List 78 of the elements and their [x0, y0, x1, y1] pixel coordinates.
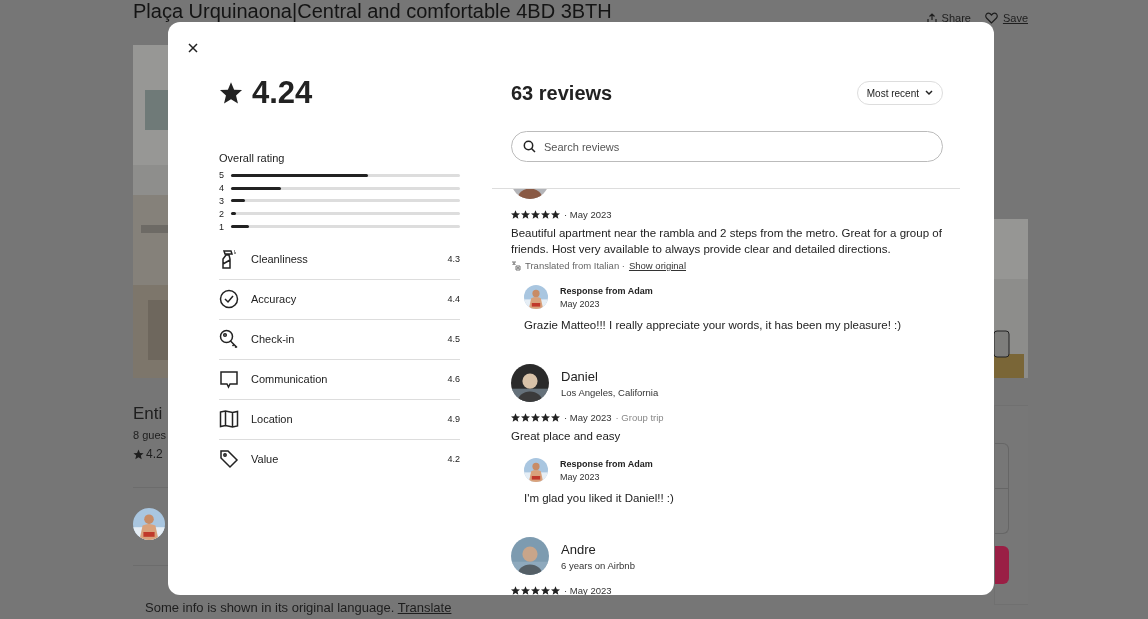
- reviewer-info: Los Angeles, California: [561, 386, 659, 398]
- star-level-label: 1: [219, 221, 225, 232]
- speech-bubble-icon: [219, 369, 239, 390]
- rating-value: 4.2: [146, 447, 163, 461]
- category-label: Cleanliness: [251, 253, 309, 266]
- star-level-label: 5: [219, 170, 225, 181]
- star-icon: [541, 412, 550, 422]
- translate-link[interactable]: Translate: [397, 600, 452, 615]
- star-icon: [521, 412, 530, 422]
- listing-title: Plaça Urquinaona|Central and comfortable 4BD 3BTH: [133, 0, 612, 22]
- star-icon: [531, 412, 540, 422]
- review-date: · May 2023: [564, 584, 612, 595]
- star-icon: [551, 412, 560, 422]
- response-text: I'm glad you liked it Daniel!! :): [524, 492, 675, 504]
- review-text: Beautiful apartment near the rambla and 2 steps from the metro. Great for a group of friends. Host very available to always provide clear and detailed directions.: [511, 226, 943, 257]
- category-score: 4.9: [447, 414, 460, 425]
- share-icon: [926, 12, 937, 24]
- spray-bottle-icon: [219, 249, 239, 270]
- star-icon: [541, 585, 550, 595]
- chevron-down-icon: [925, 90, 933, 96]
- reviews-count: 63 reviews: [511, 81, 613, 105]
- response-author: Response from Adam: [560, 285, 653, 296]
- category-label: Communication: [251, 373, 329, 386]
- star-icon: [511, 585, 520, 595]
- response-text: Grazie Matteo!!! I really appreciate your words, it has been my pleasure! :): [524, 319, 903, 331]
- star-icon: [531, 209, 540, 219]
- check-circle-icon: [219, 289, 239, 310]
- category-label: Accuracy: [251, 293, 298, 306]
- star-icon: [133, 448, 144, 460]
- section-label: Overall rating: [219, 152, 286, 164]
- search-icon: [523, 140, 536, 153]
- star-icon: [219, 81, 243, 105]
- search-field[interactable]: Search reviews: [511, 131, 943, 162]
- overall-score: 4.24: [252, 75, 313, 111]
- reviewer-name: Daniel: [561, 368, 599, 384]
- star-icon: [521, 209, 530, 219]
- share-button[interactable]: Share: [926, 12, 971, 24]
- star-icon: [511, 412, 520, 422]
- category-label: Value: [251, 453, 280, 466]
- response-date: May 2023: [560, 471, 601, 482]
- key-icon: [219, 329, 239, 350]
- star-icon: [531, 585, 540, 595]
- heart-icon: [984, 12, 998, 24]
- guest-info: 8 gues: [133, 429, 168, 441]
- reserve-button[interactable]: [995, 546, 1009, 584]
- star-level-label: 2: [219, 208, 225, 219]
- category-label: Check-in: [251, 333, 296, 346]
- review-date: · May 2023: [564, 208, 612, 220]
- star-icon: [521, 585, 530, 595]
- category-label: Location: [251, 413, 294, 426]
- star-icon: [551, 209, 560, 219]
- category-score: 4.5: [447, 334, 460, 345]
- reviewer-name: Andre: [561, 541, 597, 557]
- trip-type: · Group trip: [615, 411, 664, 423]
- date-field[interactable]: [995, 443, 1009, 489]
- guests-field[interactable]: [995, 489, 1009, 534]
- reviewer-info: 6 years on Airbnb: [561, 559, 635, 571]
- language-notice: Some info is shown in its original language. Translate: [145, 600, 452, 615]
- category-score: 4.4: [447, 294, 460, 305]
- star-icon: [551, 585, 560, 595]
- review-text: Great place and easy: [511, 429, 622, 444]
- category-score: 4.6: [447, 374, 460, 385]
- star-level-label: 4: [219, 183, 225, 194]
- star-level-label: 3: [219, 196, 225, 206]
- map-icon: [219, 409, 239, 430]
- category-score: 4.2: [447, 454, 460, 465]
- response-date: May 2023: [560, 298, 601, 309]
- response-author: Response from Adam: [560, 458, 653, 469]
- category-score: 4.3: [447, 254, 460, 265]
- listing-heading: Enti: [133, 404, 164, 424]
- review-date: · May 2023: [564, 411, 612, 423]
- save-button[interactable]: Save: [984, 12, 1028, 24]
- show-original-link[interactable]: Show original: [628, 260, 686, 271]
- star-icon: [541, 209, 550, 219]
- sort-dropdown[interactable]: Most recent: [856, 81, 943, 105]
- tag-icon: [219, 449, 239, 470]
- star-icon: [511, 209, 520, 219]
- translation-note: Translated from Italian ·: [525, 260, 625, 271]
